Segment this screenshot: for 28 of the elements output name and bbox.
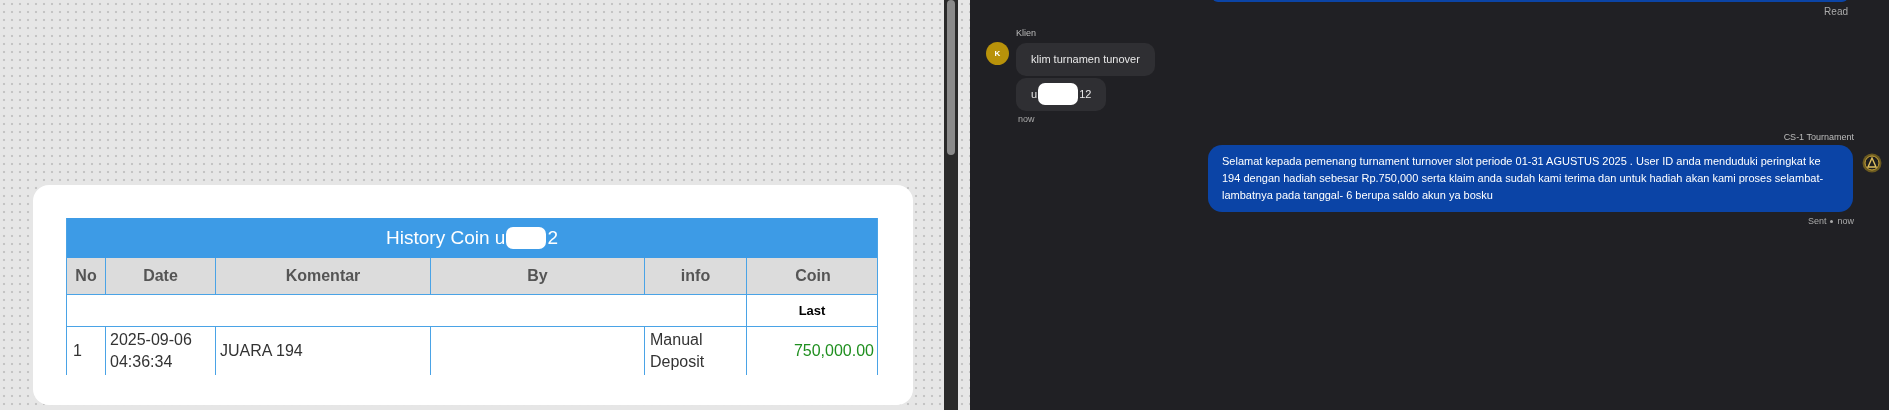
- table-cell: Last: [746, 295, 877, 326]
- read-status: Read: [1824, 5, 1848, 19]
- table-cell: Manual Deposit: [644, 327, 746, 375]
- column-header: info: [644, 258, 746, 294]
- column-header: Coin: [746, 258, 879, 294]
- table-cell: 2025-09-06 04:36:34: [105, 327, 215, 375]
- table-cell: JUARA 194: [215, 327, 430, 375]
- message-time: now: [1837, 214, 1854, 228]
- table-title: History Coin u 2: [67, 218, 877, 258]
- sender-name: Klien: [1016, 27, 1037, 40]
- table-cell-text: 1: [72, 341, 83, 361]
- sender-name: CS-1 Tournament: [1783, 131, 1854, 144]
- message-time: now: [1017, 112, 1036, 126]
- message-bubble: Selamat kepada pemenang turnament turnover slot periode 01-31 AGUSTUS 2025 . User ID anda menduduki peringkat ke 194 dengan hadiah sebesar Rp.750,000 serta klaim anda sudah kami terima dan untuk hadiah akan kami proses selambat-lambatnya pada tanggal- 6 berupa saldo akun ya bosku: [1208, 144, 1853, 212]
- message-text: u: [1031, 86, 1038, 102]
- sent-status: Sent: [1807, 214, 1827, 228]
- column-header: No: [74, 266, 98, 286]
- column-header: Komentar: [215, 258, 430, 294]
- redaction-mark: [1038, 83, 1079, 105]
- avatar: K: [986, 42, 1009, 65]
- avatar: [1862, 152, 1882, 173]
- column-header: By: [430, 258, 644, 294]
- scrollbar[interactable]: [944, 0, 958, 410]
- message-text: klim turnamen tunover: [1031, 51, 1140, 67]
- message-text: 12: [1079, 86, 1092, 102]
- table-cell: 750,000.00: [746, 327, 879, 375]
- redaction-mark: [506, 227, 547, 249]
- column-header: Date: [105, 258, 215, 294]
